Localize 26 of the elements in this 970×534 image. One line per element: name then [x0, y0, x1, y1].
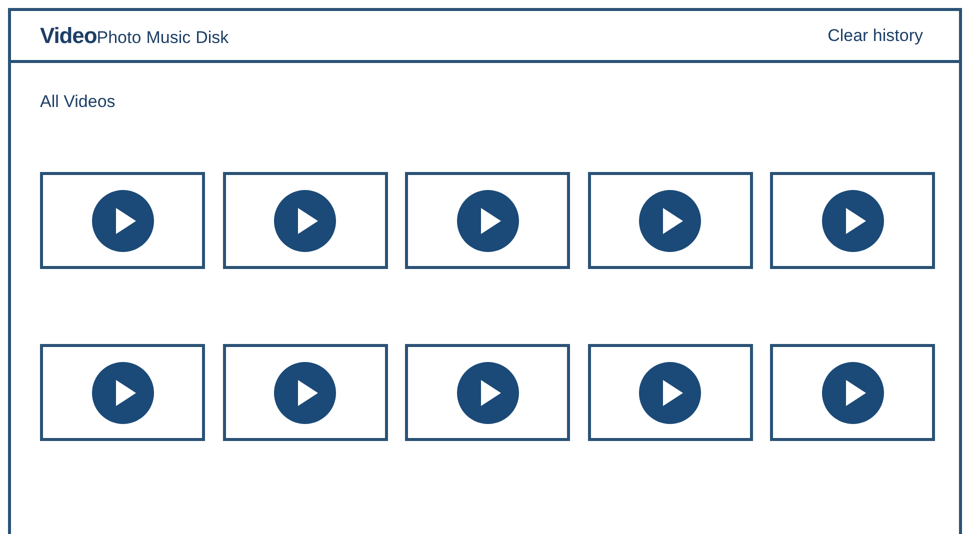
- play-icon: [822, 362, 884, 424]
- video-thumbnail[interactable]: [40, 344, 205, 441]
- video-thumbnail[interactable]: [770, 344, 936, 441]
- video-thumbnail[interactable]: [222, 172, 388, 269]
- video-thumbnail[interactable]: [588, 172, 753, 269]
- video-thumbnail[interactable]: [588, 344, 753, 441]
- video-thumbnail[interactable]: [770, 172, 936, 269]
- nav-tab[interactable]: Music: [146, 25, 191, 50]
- nav-tab[interactable]: Photo: [96, 25, 142, 50]
- nav-tab[interactable]: Disk: [196, 25, 229, 50]
- play-icon: [822, 190, 884, 252]
- video-thumbnail[interactable]: [40, 172, 205, 269]
- section-title: All Videos: [40, 92, 116, 111]
- play-icon: [274, 362, 336, 424]
- play-icon: [456, 190, 519, 252]
- play-icon: [92, 362, 154, 424]
- play-icon: [92, 190, 154, 252]
- video-thumbnail[interactable]: [405, 172, 570, 269]
- video-thumbnail[interactable]: [222, 344, 388, 441]
- nav-tab[interactable]: Video: [40, 19, 97, 52]
- play-icon: [639, 190, 702, 252]
- play-icon: [456, 362, 519, 424]
- play-icon: [274, 190, 336, 252]
- clear-history-link[interactable]: Clear history: [828, 22, 923, 48]
- play-icon: [639, 362, 702, 424]
- video-thumbnail[interactable]: [405, 344, 570, 441]
